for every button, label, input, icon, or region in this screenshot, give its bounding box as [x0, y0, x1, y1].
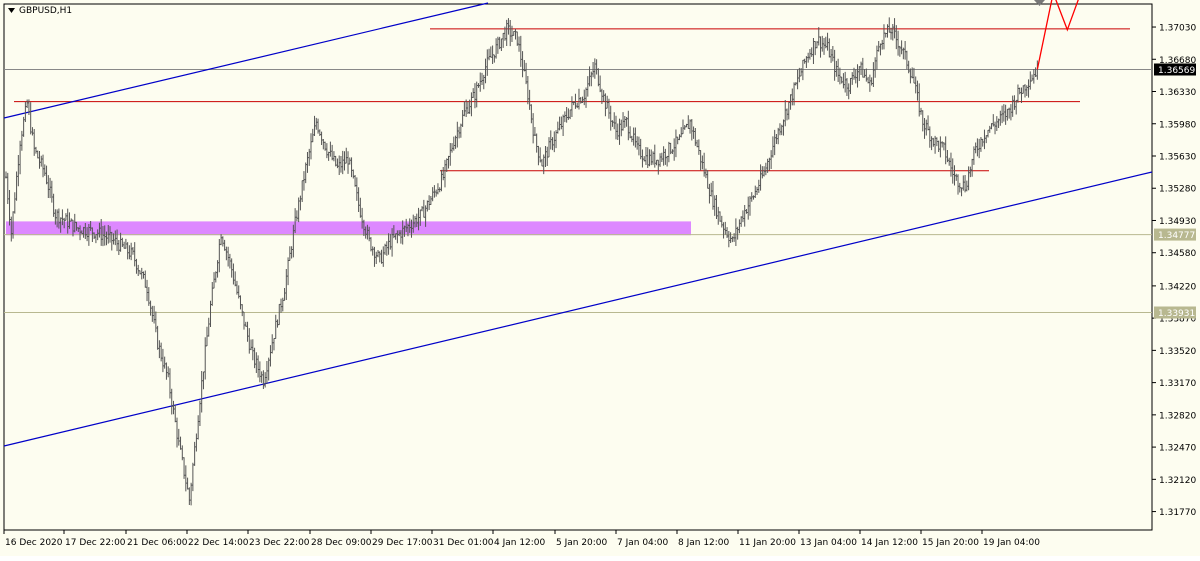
y-tick-label: 1.32120	[1159, 476, 1196, 486]
y-tick-label: 1.35630	[1159, 152, 1196, 162]
y-tick-label: 1.36330	[1159, 88, 1196, 98]
y-tick-label: 1.32470	[1159, 444, 1196, 454]
x-tick-label: 16 Dec 2020	[5, 538, 63, 548]
chart-window[interactable]: GBPUSD,H1 1.37030 1.36680 1.36330 1.35980 1.…	[0, 0, 1200, 556]
x-tick-label: 29 Dec 17:00	[372, 538, 433, 548]
y-tick-label: 1.34580	[1159, 249, 1196, 259]
x-tick-label: 31 Dec 01:00	[433, 538, 494, 548]
x-tick-label: 13 Jan 04:00	[800, 538, 857, 548]
x-tick-label: 7 Jan 04:00	[617, 538, 669, 548]
x-tick-label: 17 Dec 22:00	[65, 538, 126, 548]
x-tick-label: 4 Jan 12:00	[494, 538, 546, 548]
y-tick-label: 1.33520	[1159, 347, 1196, 357]
y-tick-label: 1.32820	[1159, 411, 1196, 421]
symbol-title: GBPUSD,H1	[19, 6, 72, 16]
x-tick-label: 5 Jan 20:00	[556, 538, 608, 548]
x-tick-label: 28 Dec 09:00	[311, 538, 372, 548]
y-tick-label: 1.35280	[1159, 185, 1196, 195]
x-tick-label: 22 Dec 14:00	[188, 538, 249, 548]
price-label: 1.36569	[1158, 66, 1195, 76]
x-tick-label: 8 Jan 12:00	[678, 538, 730, 548]
y-tick-label: 1.37030	[1159, 24, 1196, 34]
y-tick-label: 1.34220	[1159, 282, 1196, 292]
price-chart[interactable]: GBPUSD,H1 1.370301.366801.363301.359801.…	[0, 0, 1200, 556]
price-label: 1.34777	[1158, 231, 1195, 241]
plot-frame	[3, 3, 1153, 531]
x-tick-label: 19 Jan 04:00	[983, 538, 1040, 548]
y-tick-label: 1.33170	[1159, 379, 1196, 389]
x-tick-label: 15 Jan 20:00	[922, 538, 979, 548]
x-tick-label: 11 Jan 20:00	[739, 538, 796, 548]
x-tick-label: 21 Dec 06:00	[127, 538, 188, 548]
price-label: 1.33931	[1158, 309, 1195, 319]
y-tick-label: 1.35980	[1159, 120, 1196, 130]
x-tick-label: 23 Dec 22:00	[249, 538, 310, 548]
y-tick-label: 1.34930	[1159, 217, 1196, 227]
y-tick-label: 1.31770	[1159, 508, 1196, 518]
x-tick-label: 14 Jan 12:00	[861, 538, 918, 548]
